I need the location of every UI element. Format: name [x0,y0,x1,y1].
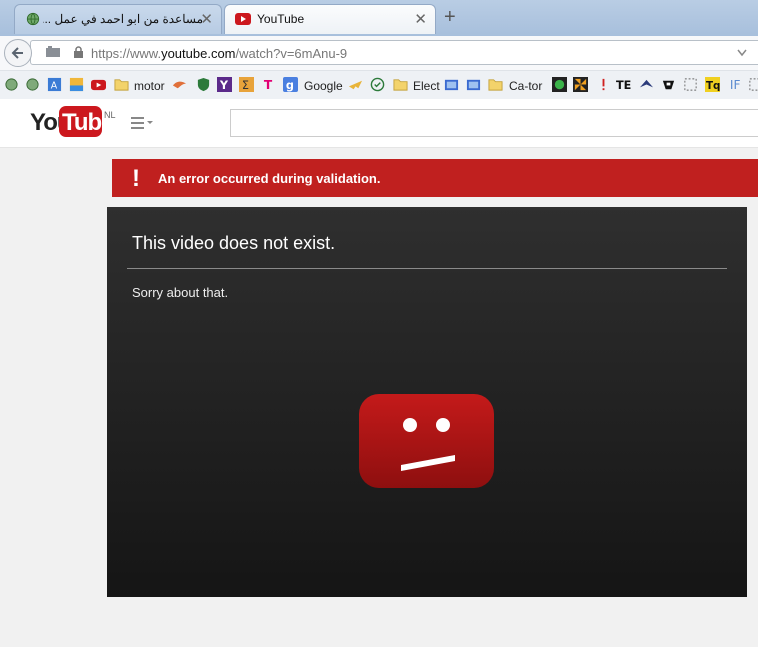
google-icon[interactable]: g [283,77,298,92]
bookmark-elect[interactable]: Elect [413,79,440,93]
bookmark-ca-tor[interactable]: Ca-tor [509,79,542,93]
svg-text:TE: TE [616,79,631,92]
url-text: https://www.youtube.com/watch?v=6mAnu-9 [91,46,348,61]
tab-title: مساعدة من ابو احمد في عمل ... [43,12,203,26]
dropdown-arrow-icon[interactable] [737,49,747,57]
lock-icon [74,46,83,58]
browser-tab-strip: مساعدة من ابو احمد في عمل ... ✕ YouTube … [0,0,758,36]
player-error-title: This video does not exist. [132,233,336,253]
translate-icon[interactable]: A [47,77,62,92]
bookmark-motor[interactable]: motor [134,79,165,93]
svg-text:g: g [286,79,294,92]
dashed-square-icon[interactable] [748,77,758,92]
svg-text:Tq: Tq [706,80,720,92]
exclamation-icon[interactable] [596,77,611,92]
navigation-bar: https://www.youtube.com/watch?v=6mAnu-9 [0,36,758,71]
sad-face-icon [359,394,494,488]
bird-icon[interactable] [172,77,187,92]
youtube-icon [235,13,251,25]
back-arrow-icon [11,47,23,59]
yahoo-icon[interactable]: Y [217,77,232,92]
plane-icon[interactable] [348,77,363,92]
video-player: This video does not exist. Sorry about t… [107,207,747,597]
shield-icon[interactable] [196,77,211,92]
logo-tube-box: Tube [59,106,115,137]
tab-title: YouTube [257,12,305,26]
error-banner: ! An error occurred during validation. [112,159,758,197]
te-icon[interactable]: TE [616,77,631,92]
svg-text:Y: Y [219,79,229,92]
bookmark-google[interactable]: Google [304,79,343,93]
bookmarks-toolbar: A motor Y Σ T g Google Elect Ca-tor TE T… [0,71,758,100]
film-icon[interactable] [444,77,459,92]
identity-icon[interactable] [45,45,61,59]
new-tab-button[interactable]: + [444,6,456,29]
globe-icon[interactable] [4,77,19,92]
svg-text:Σ: Σ [242,79,249,92]
youtube-icon[interactable] [91,77,106,92]
player-error-subtitle: Sorry about that. [132,285,229,300]
globe-icon[interactable] [25,77,40,92]
telekom-icon[interactable]: T [261,77,276,92]
svg-text:T: T [264,78,273,92]
folder-icon[interactable] [488,77,503,92]
circle-icon[interactable] [552,77,567,92]
alert-icon: ! [132,165,140,192]
dashed-square-icon[interactable] [683,77,698,92]
tab-arabic-page[interactable]: مساعدة من ابو احمد في عمل ... ✕ [14,4,222,34]
svg-text:IF: IF [730,78,741,92]
steering-icon[interactable] [661,77,676,92]
close-icon[interactable]: ✕ [414,10,427,28]
back-button[interactable] [4,39,32,67]
folder-icon[interactable] [393,77,408,92]
svg-text:A: A [51,80,58,91]
youtube-header: You Tube NL [0,99,758,148]
guide-menu-icon[interactable] [131,117,155,129]
address-bar[interactable]: https://www.youtube.com/watch?v=6mAnu-9 [30,40,758,65]
film-icon[interactable] [466,77,481,92]
pinwheel-icon[interactable] [573,77,588,92]
error-message: An error occurred during validation. [158,171,381,186]
tab-youtube[interactable]: YouTube ✕ [224,4,436,34]
region-label: NL [104,110,116,120]
clock-icon[interactable] [370,77,385,92]
bird-icon[interactable] [639,77,654,92]
image-icon[interactable] [69,77,84,92]
folder-icon[interactable] [114,77,129,92]
close-icon[interactable]: ✕ [200,10,213,28]
sigma-icon[interactable]: Σ [239,77,254,92]
divider [127,268,727,269]
globe-icon [26,12,40,26]
tq-icon[interactable]: Tq [705,77,720,92]
search-input[interactable] [230,109,758,137]
if-icon[interactable]: IF [728,77,743,92]
